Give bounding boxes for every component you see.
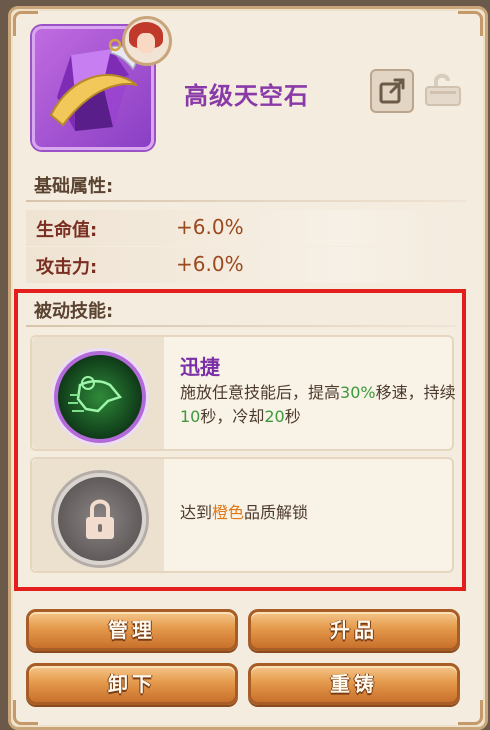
item-header: 高级天空石 — [22, 14, 472, 164]
share-button[interactable] — [370, 69, 414, 113]
attribute-label: 生命值: — [36, 220, 98, 241]
lock-toggle-button[interactable] — [420, 69, 466, 109]
item-name: 高级天空石 — [184, 82, 309, 110]
running-figure-icon — [54, 351, 146, 443]
skill-card[interactable]: 迅捷 施放任意技能后，提高30%移速，持续10秒，冷却20秒 — [30, 335, 456, 451]
upgrade-button[interactable]: 升品 — [248, 609, 460, 651]
reforge-button[interactable]: 重铸 — [248, 663, 460, 705]
skill-name: 迅捷 — [180, 355, 220, 379]
unlock-icon — [425, 73, 461, 106]
passive-skills-section: 被动技能: 迅捷 施放任意技能后，提高30%移速，持续10秒，冷却20秒 达到橙… — [14, 289, 466, 591]
base-attributes-title: 基础属性: — [34, 176, 114, 197]
unlock-requirement: 达到橙色品质解锁 — [180, 503, 309, 522]
owner-avatar[interactable] — [122, 16, 172, 66]
attribute-label: 攻击力: — [36, 257, 98, 278]
share-icon — [379, 78, 405, 104]
skill-icon-area — [32, 337, 164, 449]
locked-skill-card[interactable]: 达到橙色品质解锁 — [30, 457, 454, 573]
passive-skills-title: 被动技能: — [34, 301, 114, 322]
attribute-row-hp: 生命值: +6.0% — [26, 210, 446, 246]
attribute-value: +6.0% — [176, 215, 244, 239]
skill-icon-area — [32, 459, 164, 571]
section-divider — [26, 325, 456, 327]
panel-corner-ornament — [458, 700, 483, 725]
attribute-row-atk: 攻击力: +6.0% — [26, 247, 446, 283]
unequip-button[interactable]: 卸下 — [26, 663, 238, 705]
manage-button[interactable]: 管理 — [26, 609, 238, 651]
attribute-value: +6.0% — [176, 252, 244, 276]
section-divider — [26, 200, 466, 202]
skill-description: 施放任意技能后，提高30%移速，持续10秒，冷却20秒 — [180, 383, 456, 426]
padlock-icon — [54, 473, 146, 565]
